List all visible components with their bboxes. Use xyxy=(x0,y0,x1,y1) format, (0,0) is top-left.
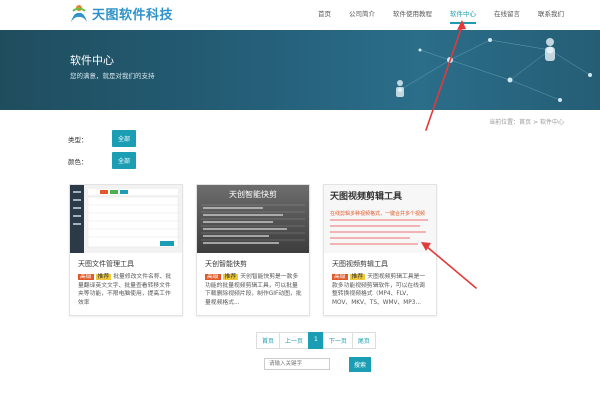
card-title[interactable]: 天图视频剪辑工具 xyxy=(332,259,388,269)
software-card[interactable]: 天图视频剪辑工具 在线剪辑多种视频格式，一键合并多个视频 天图视频剪辑工具 高级… xyxy=(323,184,437,316)
software-card[interactable]: 天图文件管理工具 高级 推荐 批量修改文件名称、批量翻译英文文字、批量查看转移文件夹… xyxy=(69,184,183,316)
badge-advanced: 高级 xyxy=(205,274,221,280)
brand-name: 天图软件科技 xyxy=(92,7,174,23)
badge-advanced: 高级 xyxy=(78,274,94,280)
pagination: 首页 上一页 1 下一页 尾页 xyxy=(256,332,376,349)
nav-tutorials[interactable]: 软件使用教程 xyxy=(393,8,432,24)
nav-home[interactable]: 首页 xyxy=(318,8,331,24)
filter-color-row: 颜色： 全部 xyxy=(68,152,137,169)
page-number-1[interactable]: 1 xyxy=(308,332,324,349)
thumb-red-caption: 在线剪辑多种视频格式，一键合并多个视频 xyxy=(330,211,426,217)
logo-icon xyxy=(68,2,90,24)
main-nav: 首页 公司简介 软件使用教程 软件中心 在线留言 联系我们 xyxy=(300,8,564,24)
breadcrumb: 当前位置：首页 > 软件中心 xyxy=(489,119,564,126)
filter-type-all-button[interactable]: 全部 xyxy=(112,130,137,147)
badge-recommended: 推荐 xyxy=(349,274,366,280)
card-description: 高级 推荐 天图视频剪辑工具是一款多功能视频剪辑软件，可以在线调整转换视频格式（MP… xyxy=(332,273,430,307)
nav-message[interactable]: 在线留言 xyxy=(494,8,520,24)
card-thumbnail[interactable] xyxy=(70,185,182,253)
page-first-button[interactable]: 首页 xyxy=(256,332,281,349)
search-button[interactable]: 搜索 xyxy=(349,357,372,372)
badge-recommended: 推荐 xyxy=(95,274,112,280)
nav-contact[interactable]: 联系我们 xyxy=(538,8,564,24)
banner-network-graphic xyxy=(396,38,592,102)
card-description: 高级 推荐 天创智能快剪是一款多功能的批量视频剪辑工具，可以批量下载删除视频片段，制… xyxy=(205,273,303,307)
brand-logo[interactable]: 天图软件科技 xyxy=(68,2,173,24)
card-title[interactable]: 天图文件管理工具 xyxy=(78,259,134,269)
nav-software-center[interactable]: 软件中心 xyxy=(450,8,476,24)
filter-color-label: 颜色： xyxy=(68,157,88,166)
card-description: 高级 推荐 批量修改文件名称、批量翻译英文文字、批量查看转移文件夹等功能，不限电脑使… xyxy=(78,273,176,307)
card-thumbnail[interactable]: 天创智能快剪 xyxy=(197,185,309,253)
filter-color-all-button[interactable]: 全部 xyxy=(112,152,137,169)
thumb-caption: 天图视频剪辑工具 xyxy=(330,192,403,202)
banner-subtitle: 您的满意，就是对我们的支持 xyxy=(70,72,155,80)
filter-type-label: 类型： xyxy=(68,135,88,144)
page-last-button[interactable]: 尾页 xyxy=(351,332,376,349)
page-next-button[interactable]: 下一页 xyxy=(322,332,353,349)
thumb-caption: 天创智能快剪 xyxy=(229,190,277,199)
filter-type-row: 类型： 全部 xyxy=(68,130,137,147)
site-header: 天图软件科技 首页 公司简介 软件使用教程 软件中心 在线留言 联系我们 xyxy=(0,0,600,30)
card-thumbnail[interactable]: 天图视频剪辑工具 在线剪辑多种视频格式，一键合并多个视频 xyxy=(324,185,436,253)
software-card[interactable]: 天创智能快剪 天创智能快剪 高级 推荐 天创智能快剪是一款多功能的批量视频剪辑工具，… xyxy=(196,184,310,316)
page-prev-button[interactable]: 上一页 xyxy=(279,332,310,349)
banner-title: 软件中心 xyxy=(70,54,114,67)
nav-about[interactable]: 公司简介 xyxy=(349,8,375,24)
badge-recommended: 推荐 xyxy=(222,274,239,280)
hero-banner: 软件中心 您的满意，就是对我们的支持 xyxy=(0,30,600,110)
badge-advanced: 高级 xyxy=(332,274,348,280)
card-title[interactable]: 天创智能快剪 xyxy=(205,259,247,269)
search-input[interactable] xyxy=(264,358,330,370)
